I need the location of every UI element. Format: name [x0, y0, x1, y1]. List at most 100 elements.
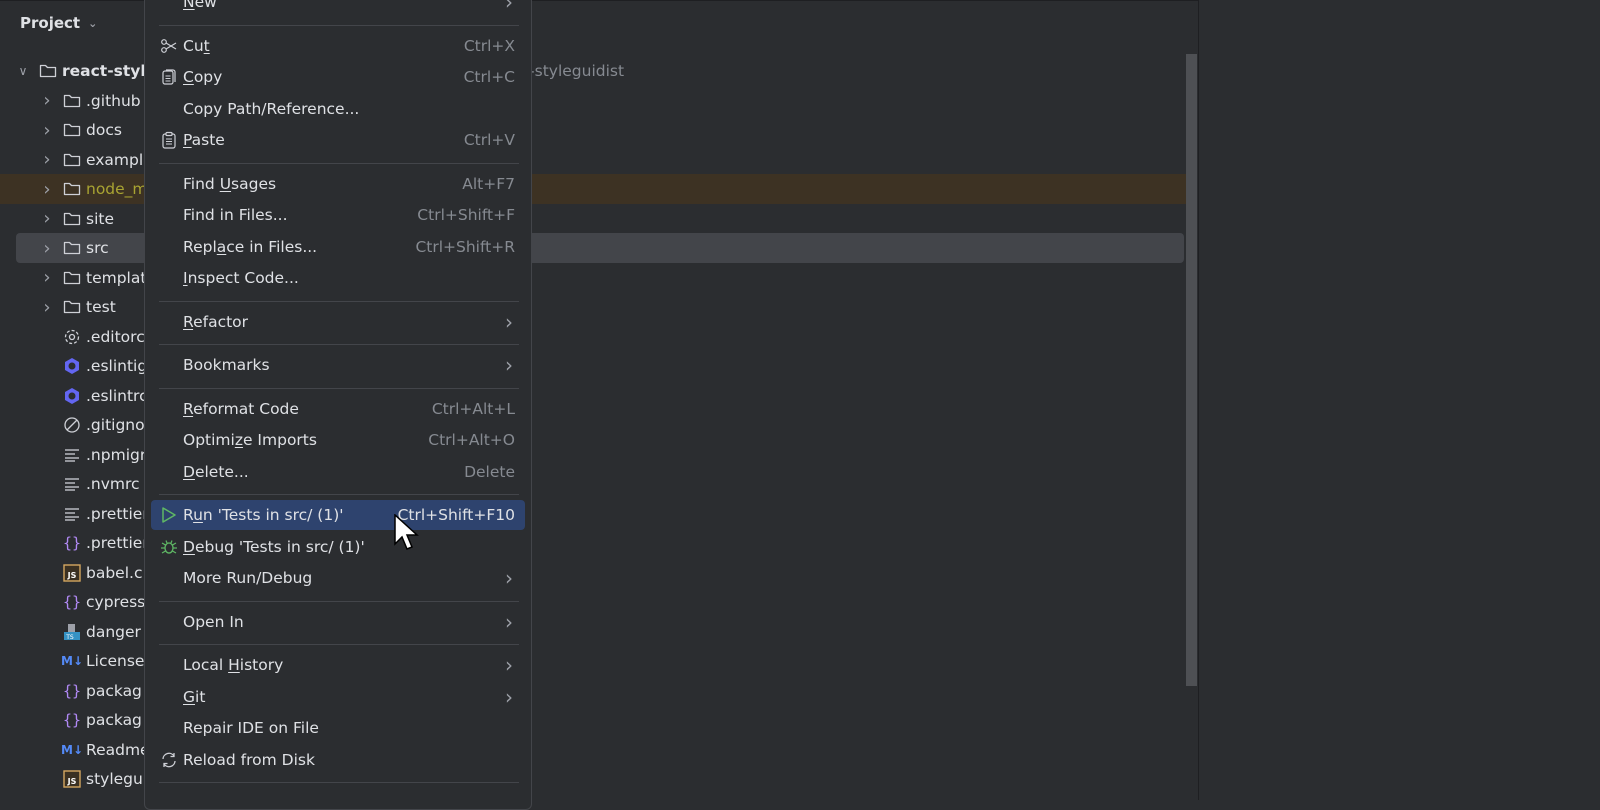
chevron-down-icon[interactable]: ⌄ — [88, 17, 97, 30]
gear-icon — [62, 327, 82, 347]
project-panel-header[interactable]: Project ⌄ — [20, 14, 97, 32]
menu-item-shortcut: Ctrl+X — [463, 36, 515, 55]
menu-item-label: Find in Files... — [183, 206, 288, 224]
folder-icon — [62, 179, 82, 199]
chevron-right-icon[interactable]: › — [40, 179, 54, 200]
menu-item-paste[interactable]: Paste Ctrl+V — [151, 125, 525, 155]
tree-scrollbar[interactable] — [1186, 54, 1197, 686]
tree-item-label: stylegu — [86, 770, 143, 788]
menu-item-shortcut: Ctrl+Alt+L — [431, 399, 515, 418]
json-file-icon: {} — [62, 593, 82, 611]
chevron-right-icon[interactable]: › — [40, 149, 54, 170]
json-file-icon: {} — [62, 534, 82, 552]
submenu-chevron-right-icon: › — [505, 309, 513, 334]
menu-item-label: Optimize Imports — [183, 431, 317, 449]
menu-item-more-run-debug[interactable]: More Run/Debug › — [151, 563, 525, 593]
submenu-chevron-right-icon: › — [505, 684, 513, 709]
menu-item-inspect-code[interactable]: Inspect Code... — [151, 263, 525, 293]
menu-item-refactor[interactable]: Refactor › — [151, 307, 525, 337]
tree-item-label: test — [86, 298, 116, 316]
submenu-chevron-right-icon: › — [505, 353, 513, 377]
menu-item-shortcut: Ctrl+Shift+R — [415, 237, 515, 256]
folder-icon — [62, 150, 82, 170]
editor-area — [1199, 0, 1600, 800]
menu-item-run-tests-in-src-1[interactable]: Run 'Tests in src/ (1)' Ctrl+Shift+F10 — [151, 500, 525, 530]
chevron-right-icon[interactable]: › — [40, 208, 54, 229]
menu-item-shortcut: Ctrl+Shift+F — [417, 206, 515, 224]
scissors-icon — [159, 36, 179, 56]
menu-item-label: Copy Path/Reference... — [183, 99, 360, 118]
menu-item-shortcut: Ctrl+Alt+O — [428, 431, 515, 449]
menu-item-copy[interactable]: Copy Ctrl+C — [151, 62, 525, 92]
svg-text:TS: TS — [65, 634, 74, 641]
tree-item-label: templat — [86, 268, 147, 287]
menu-item-shortcut: Ctrl+V — [463, 131, 515, 149]
submenu-chevron-right-icon: › — [505, 0, 513, 14]
menu-item-git[interactable]: Git › — [151, 682, 525, 712]
menu-item-find-usages[interactable]: Find Usages Alt+F7 — [151, 169, 525, 199]
menu-item-reformat-code[interactable]: Reformat Code Ctrl+Alt+L — [151, 394, 525, 424]
typescript-file-icon: TS — [62, 622, 82, 642]
chevron-right-icon[interactable]: › — [40, 267, 54, 288]
submenu-chevron-right-icon: › — [505, 566, 513, 590]
menu-item-open-in[interactable]: Open In › — [151, 607, 525, 637]
copy-icon — [159, 67, 179, 87]
menu-item-label: More Run/Debug — [183, 569, 313, 587]
menu-item-replace-in-files[interactable]: Replace in Files... Ctrl+Shift+R — [151, 232, 525, 262]
menu-item-label: Git — [183, 687, 206, 706]
menu-separator — [159, 494, 519, 495]
menu-separator — [159, 600, 519, 602]
menu-item-find-in-files[interactable]: Find in Files... Ctrl+Shift+F — [151, 200, 525, 230]
menu-separator — [159, 162, 519, 164]
menu-item-cut[interactable]: Cut Ctrl+X — [151, 31, 525, 61]
tree-item-label: docs — [86, 121, 122, 139]
svg-text:JS: JS — [67, 571, 77, 580]
menu-item-label: Copy — [183, 68, 223, 86]
submenu-chevron-right-icon: › — [505, 609, 513, 634]
json-file-icon: {} — [62, 681, 82, 700]
tree-item-label: packag — [86, 711, 142, 729]
menu-item-debug-tests-in-src-1[interactable]: Debug 'Tests in src/ (1)' — [151, 532, 525, 562]
menu-item-bookmarks[interactable]: Bookmarks › — [151, 350, 525, 380]
menu-item-label: Find Usages — [183, 174, 277, 193]
menu-item-local-history[interactable]: Local History › — [151, 650, 525, 680]
folder-icon — [62, 91, 82, 111]
chevron-right-icon[interactable]: › — [40, 120, 54, 141]
tree-item-label: react-styl — [62, 62, 146, 80]
tree-item-label: babel.c — [86, 563, 143, 582]
menu-item-label: New — [183, 0, 217, 11]
menu-separator — [159, 782, 519, 783]
folder-icon — [62, 238, 82, 258]
menu-item-label: Paste — [183, 131, 225, 149]
tree-item-label: .eslintig — [86, 357, 148, 375]
menu-item-label: Reload from Disk — [183, 750, 315, 769]
menu-separator — [159, 344, 519, 345]
menu-item-copy-path-reference[interactable]: Copy Path/Reference... — [151, 94, 525, 124]
chevron-right-icon[interactable]: › — [40, 297, 54, 318]
menu-separator — [159, 24, 519, 26]
tree-item-label: Readme — [86, 740, 150, 759]
tree-item-label: cypress — [86, 593, 146, 611]
menu-item-repair-ide-on-file[interactable]: Repair IDE on File — [151, 713, 525, 743]
panel-title: Project — [20, 14, 81, 32]
svg-text:JS: JS — [67, 777, 77, 786]
chevron-down-icon[interactable]: ∨ — [16, 64, 30, 78]
reload-icon — [159, 750, 179, 770]
chevron-right-icon[interactable]: › — [40, 90, 54, 111]
menu-item-delete[interactable]: Delete... Delete — [151, 457, 525, 487]
chevron-right-icon[interactable]: › — [40, 238, 54, 259]
menu-item-label: Debug 'Tests in src/ (1)' — [183, 537, 365, 556]
menu-item-reload-from-disk[interactable]: Reload from Disk — [151, 745, 525, 775]
menu-item-new[interactable]: New › — [151, 0, 525, 17]
ignore-file-icon — [62, 415, 82, 435]
tree-item-label: .eslintrc — [86, 386, 148, 405]
menu-item-label: Local History — [183, 656, 284, 674]
context-menu: New › Cut Ctrl+X Copy Ctrl+C Copy Path/Referen… — [144, 0, 532, 810]
menu-item-label: Repair IDE on File — [183, 719, 319, 737]
javascript-file-icon: JS — [62, 563, 82, 583]
text-file-icon — [62, 474, 82, 494]
markdown-file-icon: M↓ — [61, 654, 83, 668]
menu-item-label: Open In — [183, 612, 244, 631]
mouse-cursor-icon — [394, 514, 419, 550]
menu-item-optimize-imports[interactable]: Optimize Imports Ctrl+Alt+O — [151, 425, 525, 455]
